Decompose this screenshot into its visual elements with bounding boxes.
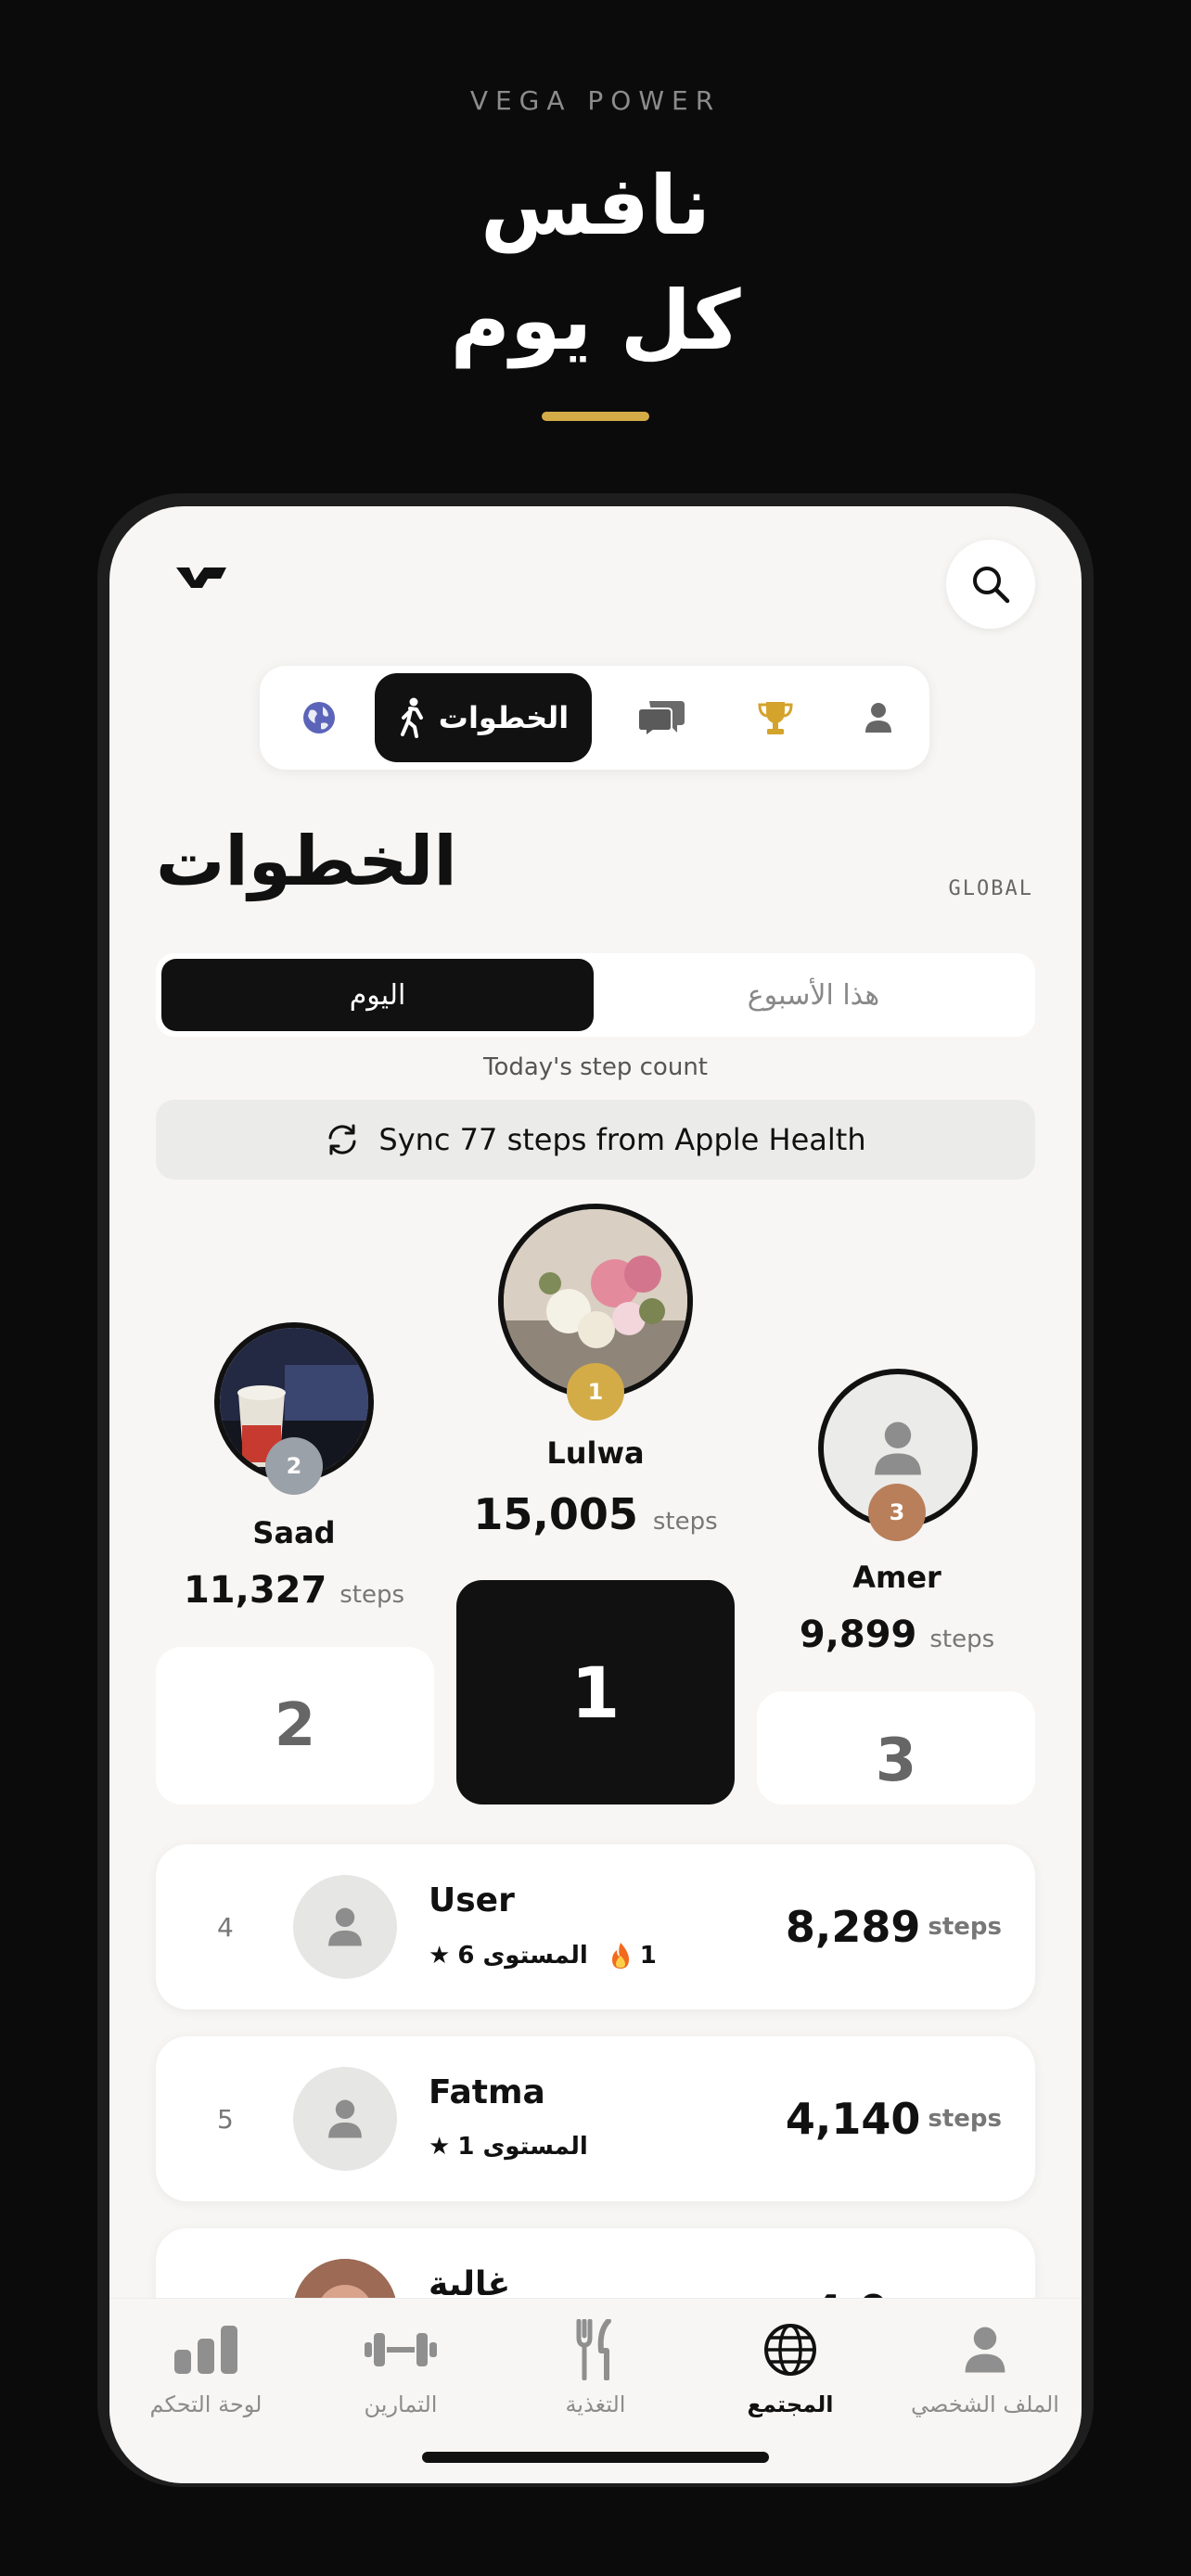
- row-avatar: [293, 2067, 397, 2171]
- segment-steps-label: الخطوات: [438, 700, 570, 735]
- fire-icon: [611, 1943, 629, 1969]
- segment-chat[interactable]: [610, 666, 712, 770]
- person-icon: [865, 703, 891, 733]
- podium-steps-third: 9,899 steps: [762, 1613, 1031, 1656]
- row-name: User: [429, 1881, 515, 1919]
- brand-label: VEGA POWER: [469, 85, 722, 116]
- person-icon: [328, 2099, 362, 2138]
- podium-steps-third-value: 9,899: [799, 1613, 917, 1656]
- headline-line-1: نافس: [480, 158, 711, 253]
- rank-badge-first: 1: [567, 1363, 624, 1421]
- podium-name-second: Saad: [252, 1515, 336, 1550]
- person-icon: [875, 1422, 921, 1475]
- row-level: ★ المستوى 6: [429, 1942, 588, 1970]
- walking-icon: [400, 697, 423, 738]
- podium-name-first: Lulwa: [546, 1435, 645, 1471]
- podium-name-third: Amer: [852, 1560, 941, 1595]
- star-icon: ★: [429, 2133, 451, 2161]
- accent-divider: [542, 412, 649, 421]
- podium-steps-first-value: 15,005: [473, 1489, 638, 1539]
- trophy-icon: [758, 702, 793, 734]
- segment-trophy[interactable]: [731, 666, 820, 770]
- sync-health-button[interactable]: Sync 77 steps from Apple Health: [156, 1100, 1035, 1180]
- headline: نافس كل يوم: [0, 148, 1191, 378]
- podium-steps-second: 11,327 steps: [160, 1569, 429, 1612]
- row-meta: ★ المستوى 1: [429, 2133, 588, 2161]
- nav-workouts[interactable]: التمارين: [308, 2315, 493, 2417]
- app-screen: الخطوات الخطوات GLOBAL اليوم هذا الأسبوع…: [109, 506, 1082, 2483]
- nav-dashboard-label: لوحة التحكم: [149, 2391, 263, 2417]
- row-steps-unit: steps: [928, 1913, 1002, 1941]
- leaderboard-row[interactable]: 4 User ★ المستوى 6 1 8,289 steps: [156, 1844, 1035, 2009]
- row-steps-value: 4,140: [785, 2094, 921, 2144]
- star-icon: ★: [429, 1942, 451, 1970]
- row-level-label: المستوى 6: [457, 1942, 588, 1970]
- rank-badge-third: 3: [868, 1484, 926, 1541]
- step-count-caption: Today's step count: [482, 1053, 708, 1081]
- row-avatar: [293, 1875, 397, 1979]
- row-rank: 5: [217, 2103, 234, 2135]
- podium-block-first: 1: [456, 1580, 735, 1804]
- fork-knife-icon: [576, 2319, 611, 2380]
- sync-label: Sync 77 steps from Apple Health: [378, 1122, 866, 1157]
- globe-icon: [303, 702, 335, 733]
- globe-icon: [764, 2324, 816, 2376]
- chat-icon: [637, 701, 685, 738]
- search-button[interactable]: [946, 540, 1035, 629]
- tab-this-week[interactable]: هذا الأسبوع: [597, 959, 1030, 1031]
- nav-community[interactable]: المجتمع: [698, 2315, 883, 2417]
- podium-block-second: 2: [156, 1647, 434, 1804]
- person-icon: [328, 1907, 362, 1946]
- tab-today[interactable]: اليوم: [161, 959, 594, 1031]
- app-logo: [176, 567, 226, 588]
- leaderboard-row[interactable]: 5 Fatma ★ المستوى 1 4,140 steps: [156, 2036, 1035, 2201]
- period-tabs: اليوم هذا الأسبوع: [156, 953, 1035, 1037]
- nav-nutrition-label: التغذية: [565, 2391, 626, 2417]
- home-indicator[interactable]: [422, 2452, 769, 2463]
- row-rank: 4: [217, 1911, 234, 1943]
- row-level-label: المستوى 1: [457, 2133, 588, 2161]
- row-steps-unit: steps: [928, 2105, 1002, 2133]
- steps-unit: steps: [652, 1508, 718, 1536]
- row-steps: 8,289 steps: [786, 1844, 1002, 2009]
- row-name: Fatma: [429, 2073, 545, 2111]
- row-level: ★ المستوى 1: [429, 2133, 588, 2161]
- search-icon: [973, 567, 1010, 604]
- person-icon: [965, 2327, 1005, 2373]
- page-title: الخطوات: [156, 822, 457, 901]
- nav-community-label: المجتمع: [747, 2391, 834, 2417]
- bar-chart-icon: [174, 2326, 237, 2374]
- row-meta: ★ المستوى 6 1: [429, 1941, 657, 1970]
- row-streak: 1: [608, 1941, 657, 1970]
- nav-profile-label: الملف الشخصي: [911, 2391, 1059, 2417]
- headline-line-2: كل يوم: [450, 273, 741, 368]
- steps-unit: steps: [929, 1626, 995, 1653]
- scope-label: GLOBAL: [948, 877, 1033, 900]
- sync-icon: [328, 1124, 356, 1155]
- section-switcher: الخطوات: [260, 666, 929, 770]
- nav-profile[interactable]: الملف الشخصي: [892, 2315, 1078, 2417]
- nav-workouts-label: التمارين: [364, 2391, 438, 2417]
- nav-nutrition[interactable]: التغذية: [503, 2315, 688, 2417]
- segment-global[interactable]: [278, 666, 360, 770]
- nav-dashboard[interactable]: لوحة التحكم: [113, 2315, 299, 2417]
- row-streak-count: 1: [639, 1942, 657, 1970]
- segment-steps[interactable]: الخطوات: [375, 673, 592, 762]
- dumbbell-icon: [365, 2333, 437, 2366]
- row-steps-value: 8,289: [785, 1902, 921, 1952]
- segment-profile[interactable]: [837, 666, 920, 770]
- podium-block-third: 3: [757, 1691, 1035, 1804]
- steps-unit: steps: [339, 1581, 405, 1609]
- row-steps: 4,140 steps: [786, 2036, 1002, 2201]
- podium-steps-second-value: 11,327: [183, 1569, 327, 1612]
- rank-badge-second: 2: [265, 1437, 323, 1495]
- podium-steps-first: 15,005 steps: [452, 1489, 739, 1539]
